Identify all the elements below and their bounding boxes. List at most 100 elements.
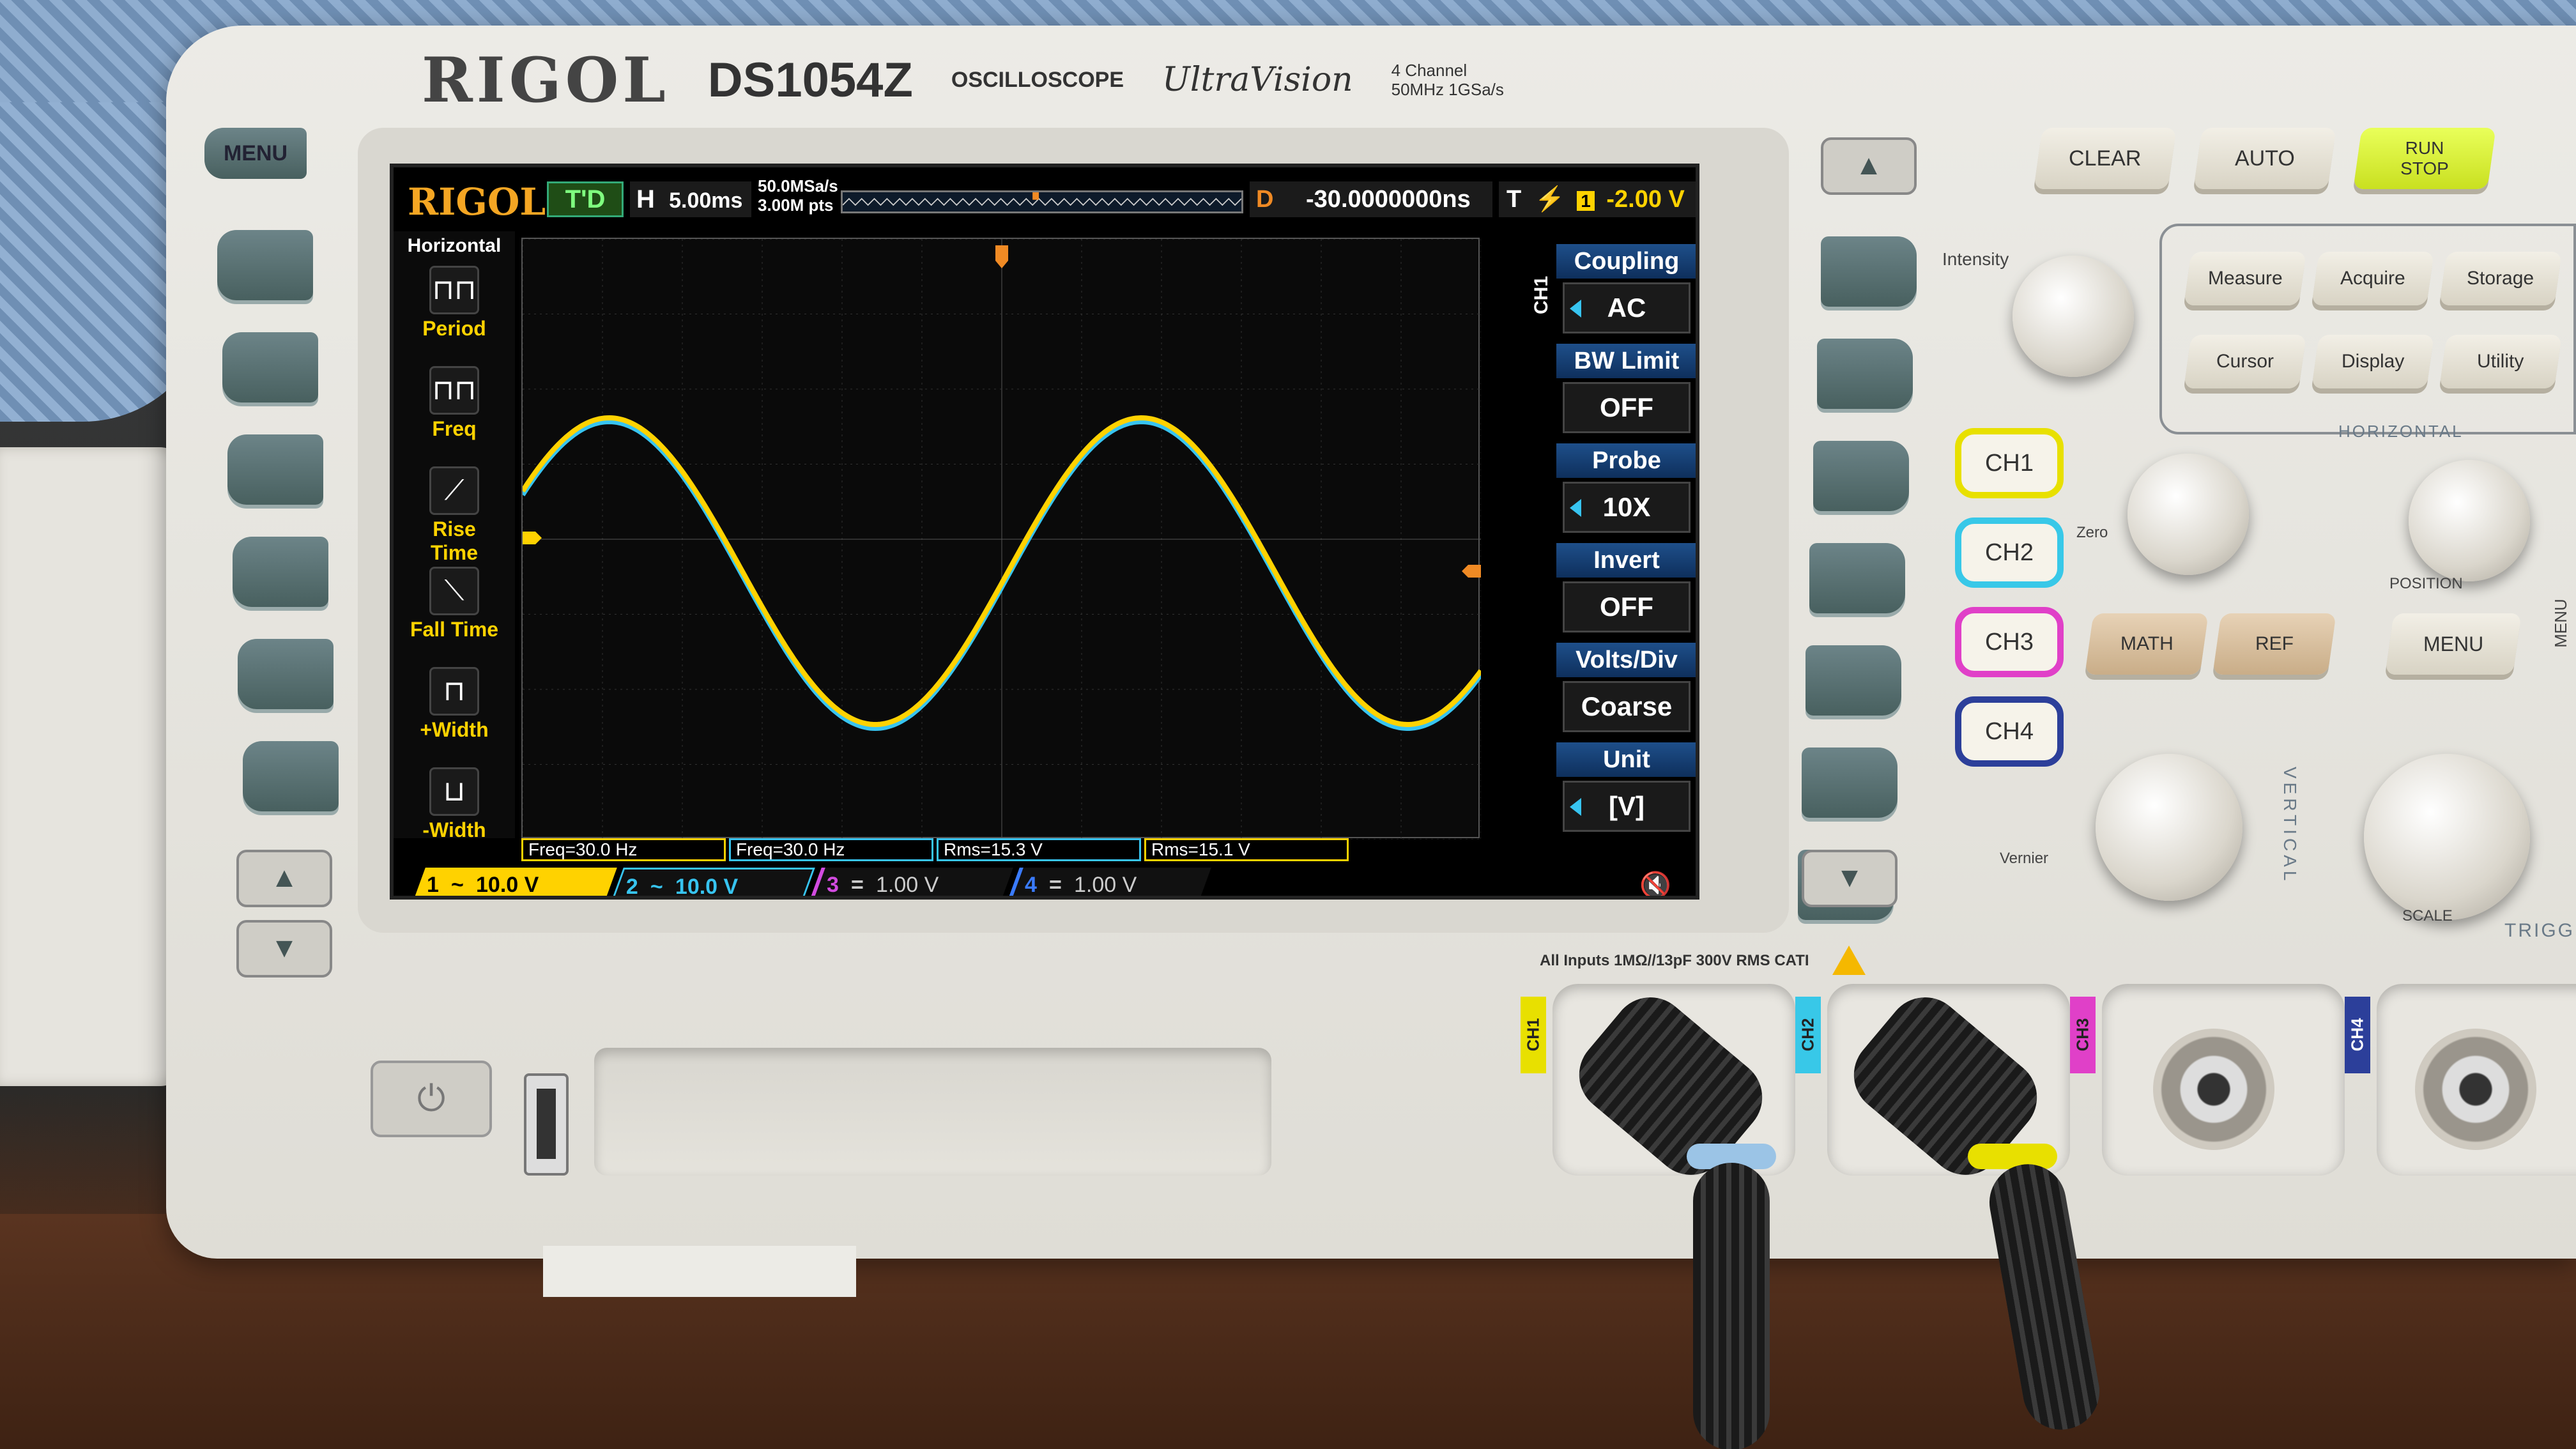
front-foot	[543, 1246, 856, 1297]
menu-volts-div[interactable]: Volts/Div Coarse	[1556, 643, 1696, 739]
minus-width-icon: ⊔	[429, 767, 479, 816]
ch2-number: 2	[625, 875, 638, 899]
auto-button[interactable]: AUTO	[2193, 128, 2336, 189]
trigger-box: T ⚡ 1 -2.00 V	[1499, 181, 1696, 217]
clear-button[interactable]: CLEAR	[2034, 128, 2177, 189]
ch3-number: 3	[827, 873, 839, 897]
ch2-status[interactable]: 2 ~ 10.0 V	[611, 868, 815, 899]
storage-button[interactable]: Storage	[2439, 252, 2562, 305]
math-button[interactable]: MATH	[2085, 613, 2209, 675]
waveform-graticule[interactable]	[521, 238, 1481, 839]
right-softkey-2[interactable]	[1817, 339, 1913, 409]
measure-rise-time[interactable]: ⟋ Rise Time	[406, 463, 502, 564]
acquire-button[interactable]: Acquire	[2312, 252, 2434, 305]
vertical-scale-knob[interactable]	[2096, 754, 2242, 901]
ch1-ground-marker	[523, 532, 542, 544]
measure-menu: Horizontal ⊓⊓ Period ⊓⊓ Freq ⟋ Rise Time…	[394, 231, 515, 841]
left-softkey-2[interactable]	[222, 332, 318, 402]
run-stop-button[interactable]: RUN STOP	[2353, 128, 2496, 189]
measure-fall-time[interactable]: ⟍ Fall Time	[406, 563, 502, 646]
menu-probe[interactable]: Probe 10X	[1556, 443, 1696, 539]
vertical-zero-label: Zero	[2076, 524, 2108, 541]
right-down-key[interactable]: ▼	[1802, 850, 1897, 907]
ch1-status[interactable]: 1 ~ 10.0 V	[413, 868, 617, 897]
left-softkey-5[interactable]	[238, 639, 334, 709]
menu-toggle-key[interactable]: MENU	[204, 128, 307, 179]
ch2-coupling: ~	[650, 875, 663, 899]
option-arrow-icon	[1570, 798, 1581, 816]
horizontal-scale-knob[interactable]	[2364, 754, 2530, 920]
ch4-button[interactable]: CH4	[1955, 696, 2064, 767]
intensity-knob[interactable]	[2012, 256, 2134, 377]
left-softkey-4[interactable]	[233, 537, 328, 607]
left-softkey-3[interactable]	[227, 434, 323, 505]
ch1-button[interactable]: CH1	[1955, 428, 2064, 498]
memory-overview-wave	[842, 192, 1242, 206]
left-softkey-1[interactable]	[217, 230, 313, 300]
vernier-label: Vernier	[2000, 850, 2049, 867]
measure-minus-width[interactable]: ⊔ -Width	[406, 763, 502, 847]
measure-plus-width[interactable]: ⊓ +Width	[406, 663, 502, 746]
measurement-rms-ch1: Rms=15.1 V	[1144, 838, 1349, 861]
measure-period[interactable]: ⊓⊓ Period	[406, 262, 502, 345]
menu-probe-header: Probe	[1556, 443, 1696, 478]
ch1-coupling: ~	[450, 873, 464, 897]
display-button[interactable]: Display	[2312, 335, 2434, 388]
measure-freq[interactable]: ⊓⊓ Freq	[406, 362, 502, 445]
ch3-bnc-connector[interactable]	[2153, 1029, 2274, 1150]
ch4-status[interactable]: 4 = 1.00 V	[1007, 868, 1211, 897]
vertical-position-knob[interactable]	[2128, 454, 2249, 575]
usb-port[interactable]	[524, 1073, 569, 1176]
utility-button[interactable]: Utility	[2439, 335, 2562, 388]
rise-time-icon: ⟋	[429, 466, 479, 515]
menu-bw-limit-value: OFF	[1563, 382, 1690, 433]
sample-rate: 50.0MSa/s	[758, 176, 838, 195]
measure-fall-time-label: Fall Time	[410, 618, 499, 641]
channel-menu: Coupling AC BW Limit OFF Probe 10X Inver…	[1556, 231, 1696, 857]
timebase-value: 5.00ms	[669, 188, 743, 213]
spec-line-1: 4 Channel	[1391, 61, 1468, 80]
trigger-level-marker	[1462, 565, 1481, 578]
right-up-key[interactable]: ▲	[1821, 137, 1917, 195]
memory-overview-bar[interactable]	[841, 190, 1243, 213]
left-softkey-6[interactable]	[243, 741, 339, 811]
left-up-key[interactable]: ▲	[236, 850, 332, 907]
right-softkey-1[interactable]	[1821, 236, 1917, 307]
front-handle-recess	[594, 1048, 1271, 1176]
horizontal-menu-button[interactable]: MENU	[2385, 613, 2522, 675]
ch2-button[interactable]: CH2	[1955, 518, 2064, 588]
menu-coupling[interactable]: Coupling AC	[1556, 244, 1696, 340]
menu-coupling-header: Coupling	[1556, 244, 1696, 279]
menu-unit-value: [V]	[1563, 781, 1690, 832]
right-softkey-3[interactable]	[1813, 441, 1909, 511]
measure-button[interactable]: Measure	[2184, 252, 2306, 305]
right-softkey-6[interactable]	[1802, 747, 1897, 818]
inputs-rating-label: All Inputs 1MΩ//13pF 300V RMS CATI	[1540, 952, 1809, 969]
waveform-plot	[523, 239, 1481, 839]
measurement-freq-ch2: Freq=30.0 Hz	[729, 838, 933, 861]
ch3-status[interactable]: 3 = 1.00 V	[809, 868, 1013, 897]
ch4-scale: 1.00 V	[1073, 873, 1137, 897]
power-button[interactable]: ⏻	[371, 1061, 492, 1137]
status-bar: RIGOL T'D H 5.00ms 50.0MSa/s 3.00M pts D…	[394, 167, 1696, 231]
spec-line-2: 50MHz 1GSa/s	[1391, 80, 1504, 99]
sound-mute-icon[interactable]: 🔇	[1639, 870, 1671, 896]
trigger-source: 1	[1577, 191, 1595, 211]
position-label: POSITION	[2389, 575, 2463, 592]
right-softkey-5[interactable]	[1805, 645, 1901, 716]
menu-invert[interactable]: Invert OFF	[1556, 543, 1696, 639]
menu-unit[interactable]: Unit [V]	[1556, 742, 1696, 838]
ch4-bnc-connector[interactable]	[2415, 1029, 2536, 1150]
right-softkey-4[interactable]	[1809, 543, 1905, 613]
intensity-label: Intensity	[1942, 249, 2009, 269]
model-name: DS1054Z	[707, 52, 913, 107]
menu-bw-limit[interactable]: BW Limit OFF	[1556, 344, 1696, 440]
fall-time-icon: ⟍	[429, 567, 479, 615]
cursor-button[interactable]: Cursor	[2184, 335, 2306, 388]
control-panel: CLEAR AUTO RUN STOP Intensity Measure Ac…	[1917, 128, 2576, 984]
left-down-key[interactable]: ▼	[236, 920, 332, 977]
ref-button[interactable]: REF	[2212, 613, 2336, 675]
horizontal-position-knob[interactable]	[2409, 460, 2530, 581]
brand-logo: RIGOL	[422, 43, 670, 116]
ch3-button[interactable]: CH3	[1955, 607, 2064, 677]
